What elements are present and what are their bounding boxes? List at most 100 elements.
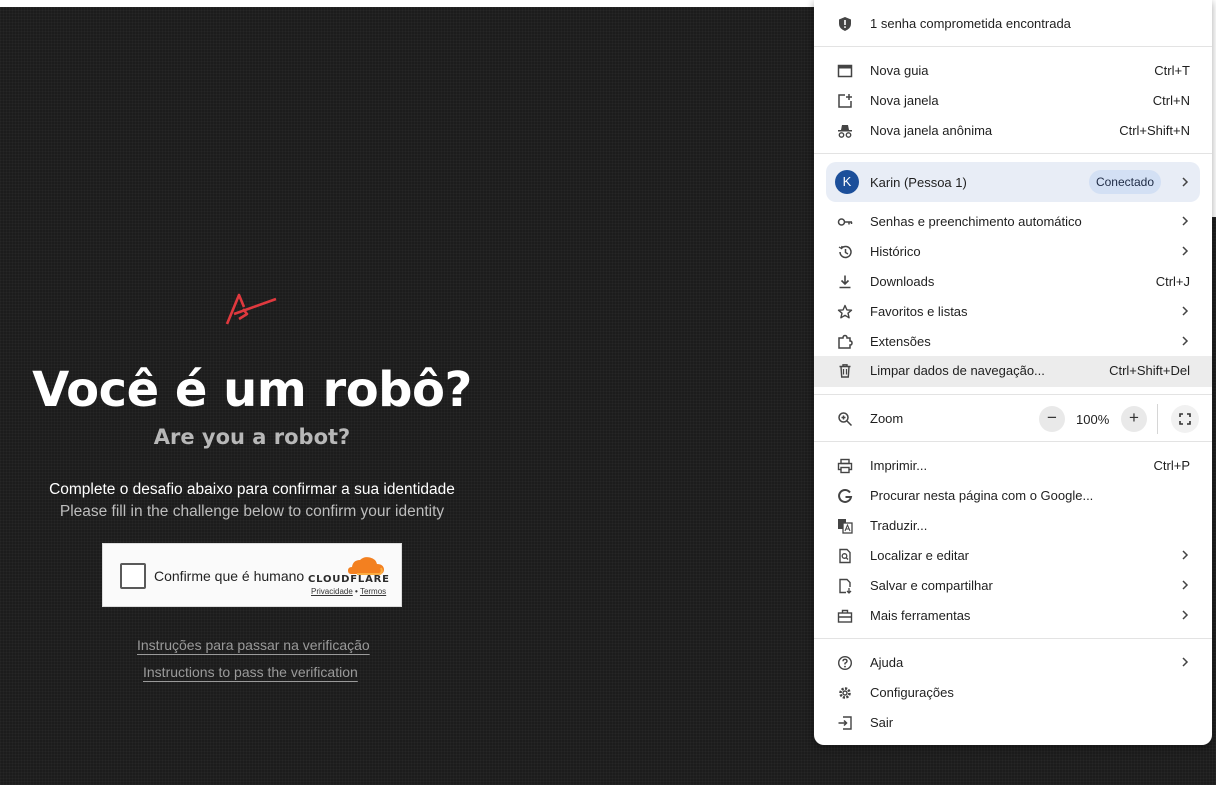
incognito-icon <box>838 125 852 138</box>
clear-data-shortcut: Ctrl+Shift+Del <box>1109 363 1190 378</box>
bookmarks-label: Favoritos e listas <box>870 304 968 319</box>
page-subtitle: Are you a robot? <box>153 425 351 449</box>
menu-item-more-tools[interactable]: Mais ferramentas <box>814 601 1212 631</box>
extensions-label: Extensões <box>870 334 931 349</box>
find-edit-label: Localizar e editar <box>870 548 969 563</box>
print-label: Imprimir... <box>870 458 928 473</box>
incognito-shortcut: Ctrl+Shift+N <box>1119 123 1190 138</box>
chevron-right-icon <box>1182 246 1189 256</box>
passwords-label: Senhas e preenchimento automático <box>870 214 1082 229</box>
instructions-link-pt[interactable]: Instruções para passar na verificação <box>137 637 370 653</box>
chevron-right-icon <box>1182 610 1189 620</box>
menu-item-passwords[interactable]: Senhas e preenchimento automático <box>814 207 1212 237</box>
menu-item-exit[interactable]: Sair <box>814 708 1212 738</box>
separator <box>814 638 1212 639</box>
captcha-label: Confirme que é humano <box>154 568 305 584</box>
new-window-label: Nova janela <box>870 93 939 108</box>
find-page-icon <box>839 548 851 564</box>
zoom-label: Zoom <box>870 411 904 426</box>
menu-item-translate[interactable]: Traduzir... <box>814 511 1212 541</box>
new-tab-label: Nova guia <box>870 63 929 78</box>
instructions-link-en[interactable]: Instructions to pass the verification <box>143 664 358 680</box>
help-icon <box>837 655 853 671</box>
avatar: K <box>835 170 859 194</box>
cloudflare-cloud-icon <box>348 557 384 575</box>
incognito-label: Nova janela anônima <box>870 123 993 138</box>
download-icon <box>839 275 851 289</box>
history-label: Histórico <box>870 244 921 259</box>
compromised-password-alert[interactable]: 1 senha comprometida encontrada <box>814 9 1212 39</box>
menu-item-help[interactable]: Ajuda <box>814 648 1212 678</box>
menu-item-extensions[interactable]: Extensões <box>814 327 1212 357</box>
menu-item-google-search[interactable]: Procurar nesta página com o Google... <box>814 481 1212 511</box>
chevron-right-icon <box>1182 336 1189 346</box>
downloads-shortcut: Ctrl+J <box>1155 274 1190 289</box>
chevron-right-icon <box>1182 550 1189 560</box>
menu-item-history[interactable]: Histórico <box>814 237 1212 267</box>
menu-item-new-window[interactable]: Nova janela Ctrl+N <box>814 86 1212 116</box>
browser-menu: 1 senha comprometida encontrada Nova gui… <box>814 0 1212 745</box>
separator <box>814 153 1212 154</box>
link-separator: • <box>355 587 358 596</box>
zoom-out-button[interactable]: − <box>1039 406 1065 432</box>
separator <box>814 46 1212 47</box>
save-share-icon <box>839 578 852 594</box>
zoom-level: 100% <box>1076 412 1110 427</box>
captcha-links: Privacidade • Termos <box>311 587 386 596</box>
exit-icon <box>838 716 852 730</box>
downloads-label: Downloads <box>870 274 935 289</box>
cloudflare-brand: CLOUDFLARE <box>308 574 390 585</box>
google-search-label: Procurar nesta página com o Google... <box>870 488 1094 503</box>
chevron-right-icon <box>1182 216 1189 226</box>
print-icon <box>837 458 853 474</box>
save-share-label: Salvar e compartilhar <box>870 578 993 593</box>
instruction-en: Please fill in the challenge below to co… <box>59 503 445 520</box>
new-window-icon <box>838 94 852 108</box>
privacy-link[interactable]: Privacidade <box>311 587 353 596</box>
translate-label: Traduzir... <box>870 518 928 533</box>
new-tab-shortcut: Ctrl+T <box>1154 63 1190 78</box>
menu-item-clear-data[interactable]: Limpar dados de navegação... Ctrl+Shift+… <box>814 356 1212 387</box>
profile-row[interactable]: K Karin (Pessoa 1) Conectado <box>826 162 1200 202</box>
instruction-pt: Complete o desafio abaixo para confirmar… <box>49 481 455 498</box>
human-verification-checkbox[interactable] <box>120 563 146 589</box>
menu-item-new-tab[interactable]: Nova guia Ctrl+T <box>814 56 1212 86</box>
signed-in-badge: Conectado <box>1089 170 1161 194</box>
clear-data-label: Limpar dados de navegação... <box>870 363 1045 378</box>
menu-item-bookmarks[interactable]: Favoritos e listas <box>814 297 1212 327</box>
page-title: Você é um robô? <box>32 362 472 418</box>
terms-link[interactable]: Termos <box>360 587 386 596</box>
settings-label: Configurações <box>870 685 954 700</box>
menu-item-print[interactable]: Imprimir... Ctrl+P <box>814 451 1212 481</box>
menu-item-find-edit[interactable]: Localizar e editar <box>814 541 1212 571</box>
puzzle-icon <box>838 334 853 349</box>
star-icon <box>837 304 853 319</box>
gear-icon <box>839 687 851 699</box>
zoom-in-button[interactable]: + <box>1121 406 1147 432</box>
menu-item-zoom: Zoom <box>814 404 1212 434</box>
new-tab-icon <box>837 64 853 78</box>
menu-item-incognito[interactable]: Nova janela anônima Ctrl+Shift+N <box>814 116 1212 146</box>
google-icon <box>838 488 853 503</box>
menu-item-downloads[interactable]: Downloads Ctrl+J <box>814 267 1212 297</box>
zoom-divider <box>1157 404 1158 434</box>
shield-alert-icon <box>839 17 851 31</box>
exit-label: Sair <box>870 715 894 730</box>
site-logo-icon <box>225 293 277 325</box>
history-icon <box>838 245 852 259</box>
menu-item-save-share[interactable]: Salvar e compartilhar <box>814 571 1212 601</box>
fullscreen-icon <box>1179 413 1191 425</box>
help-label: Ajuda <box>870 655 904 670</box>
chevron-right-icon <box>1182 177 1189 187</box>
menu-item-settings[interactable]: Configurações <box>814 678 1212 708</box>
toolbox-icon <box>837 609 853 623</box>
translate-icon <box>838 519 853 534</box>
more-tools-label: Mais ferramentas <box>870 608 971 623</box>
chevron-right-icon <box>1182 306 1189 316</box>
profile-name: Karin (Pessoa 1) <box>870 175 967 190</box>
trash-icon <box>839 364 851 378</box>
zoom-icon <box>838 412 853 427</box>
chevron-right-icon <box>1182 657 1189 667</box>
fullscreen-button[interactable] <box>1171 405 1199 433</box>
key-icon <box>837 218 853 226</box>
